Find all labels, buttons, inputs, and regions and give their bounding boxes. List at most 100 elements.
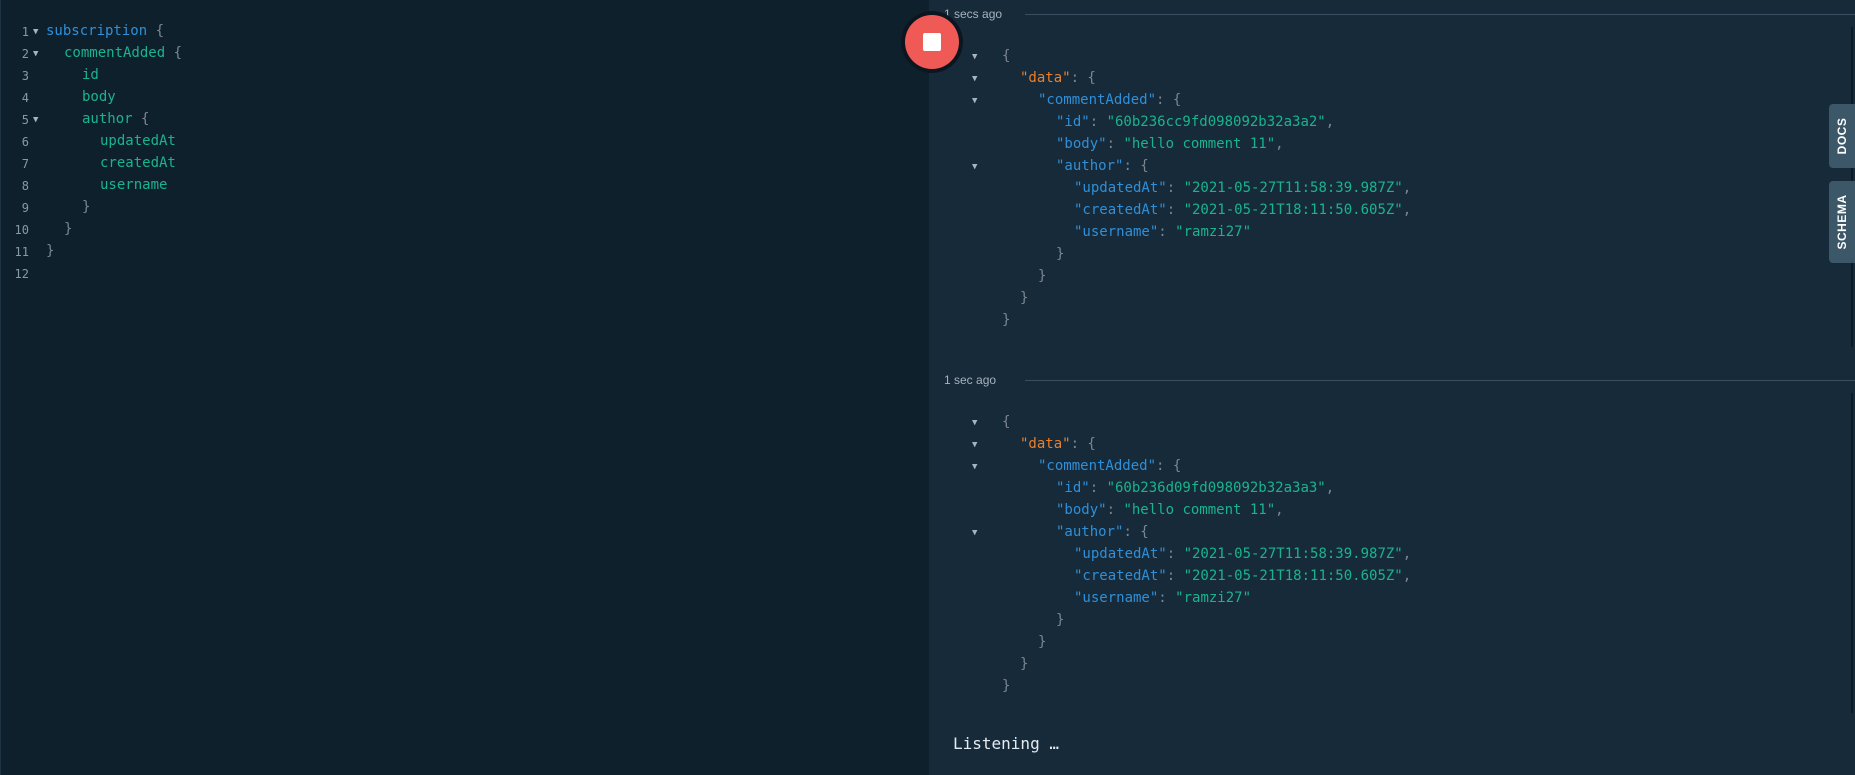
line-number: 4 [21, 91, 29, 105]
json-token: "60b236d09fd098092b32a3a3" [1106, 480, 1326, 496]
json-text: "createdAt": "2021-05-21T18:11:50.605Z", [1074, 202, 1411, 218]
json-token: , [1402, 546, 1412, 562]
result-line: "createdAt": "2021-05-21T18:11:50.605Z", [929, 566, 1729, 588]
editor-line[interactable]: 4 body [1, 87, 930, 109]
fold-arrow-icon[interactable]: ▼ [33, 115, 38, 125]
json-token: "hello comment 11" [1123, 136, 1276, 152]
result-scrollbar[interactable] [1851, 393, 1853, 713]
editor-line[interactable]: 9} [1, 197, 930, 219]
editor-line[interactable]: 5 ▼ author { [1, 109, 930, 131]
json-token: : [1166, 202, 1184, 218]
json-token: } [1020, 290, 1029, 306]
editor-line[interactable]: 8 username [1, 175, 930, 197]
code-token: { [147, 23, 165, 39]
result-line: } [929, 676, 1729, 698]
json-token: } [1056, 246, 1065, 262]
editor-line[interactable]: 6 updatedAt [1, 131, 930, 153]
line-number: 8 [21, 179, 29, 193]
code-text: createdAt [100, 155, 176, 171]
stop-subscription-button[interactable] [901, 11, 963, 73]
fold-arrow-icon[interactable]: ▼ [972, 440, 977, 450]
json-token: } [1002, 312, 1011, 328]
fold-arrow-icon[interactable]: ▼ [972, 52, 977, 62]
json-text: "id": "60b236d09fd098092b32a3a3", [1056, 480, 1334, 496]
code-token: { [165, 45, 183, 61]
json-token: : [1089, 480, 1107, 496]
json-token: : [1166, 568, 1184, 584]
json-token: "body" [1056, 136, 1107, 152]
json-token: } [1038, 634, 1047, 650]
editor-line[interactable]: 7 createdAt [1, 153, 930, 175]
json-token: { [1002, 48, 1011, 64]
fold-arrow-icon[interactable]: ▼ [972, 528, 977, 538]
fold-arrow-icon[interactable]: ▼ [972, 418, 977, 428]
code-text: body [82, 89, 116, 105]
line-number: 1 [21, 25, 29, 39]
json-text: "commentAdded": { [1038, 458, 1181, 474]
json-token: : [1166, 180, 1184, 196]
line-number: 6 [21, 135, 29, 149]
result-line: "id": "60b236cc9fd098092b32a3a2", [929, 112, 1729, 134]
editor-line[interactable]: 2 ▼ commentAdded { [1, 43, 930, 65]
editor-line[interactable]: 3 id [1, 65, 930, 87]
result-line: ▼ "commentAdded": { [929, 456, 1729, 478]
json-token: "updatedAt" [1074, 180, 1167, 196]
docs-tab[interactable]: DOCS [1829, 104, 1855, 168]
json-token: "id" [1056, 114, 1090, 130]
json-text: "createdAt": "2021-05-21T18:11:50.605Z", [1074, 568, 1411, 584]
json-token: "createdAt" [1074, 202, 1167, 218]
json-text: "username": "ramzi27" [1074, 224, 1251, 240]
fold-arrow-icon[interactable]: ▼ [972, 462, 977, 472]
fold-arrow-icon[interactable]: ▼ [33, 49, 38, 59]
fold-arrow-icon[interactable]: ▼ [972, 162, 977, 172]
json-token: , [1325, 114, 1335, 130]
result-line: "createdAt": "2021-05-21T18:11:50.605Z", [929, 200, 1729, 222]
editor-line[interactable]: 1 ▼ subscription { [1, 21, 930, 43]
json-token: "60b236cc9fd098092b32a3a2" [1106, 114, 1326, 130]
result-line: "body": "hello comment 11", [929, 500, 1729, 522]
json-token: "author" [1056, 158, 1124, 174]
json-token: : { [1070, 70, 1096, 86]
line-number: 11 [14, 245, 29, 259]
code-text: id [82, 67, 99, 83]
code-text: } [46, 243, 54, 259]
result-timestamp: 1 sec ago [944, 373, 997, 387]
line-number: 2 [21, 47, 29, 61]
fold-arrow-icon[interactable]: ▼ [972, 96, 977, 106]
json-token: } [1002, 678, 1011, 694]
code-text: } [64, 221, 72, 237]
json-token: "2021-05-27T11:58:39.987Z" [1183, 180, 1403, 196]
editor-line[interactable]: 10} [1, 219, 930, 241]
json-text: } [1002, 678, 1010, 694]
json-token: : [1158, 590, 1176, 606]
result-line: } [929, 266, 1729, 288]
editor-line[interactable]: 11} [1, 241, 930, 263]
json-token: "2021-05-27T11:58:39.987Z" [1183, 546, 1403, 562]
code-token: createdAt [100, 155, 176, 171]
json-token: : [1089, 114, 1107, 130]
code-token: updatedAt [100, 133, 176, 149]
code-token: author [82, 111, 133, 127]
json-token: } [1020, 656, 1029, 672]
json-text: } [1056, 612, 1064, 628]
result-line: } [929, 632, 1729, 654]
fold-arrow-icon[interactable]: ▼ [972, 74, 977, 84]
schema-tab[interactable]: SCHEMA [1829, 181, 1855, 263]
code-text: updatedAt [100, 133, 176, 149]
json-token: "data" [1020, 436, 1071, 452]
json-token: "author" [1056, 524, 1124, 540]
stop-button-circle[interactable] [905, 15, 959, 69]
json-token: "ramzi27" [1175, 590, 1252, 606]
editor-line[interactable]: 12 [1, 263, 930, 285]
result-line: ▼{ [929, 412, 1729, 434]
json-token: "data" [1020, 70, 1071, 86]
result-line: ▼ "author": { [929, 522, 1729, 544]
line-number: 5 [21, 113, 29, 127]
query-editor[interactable]: 1 ▼ subscription {2 ▼ commentAdded {3 id 4 body… [0, 0, 930, 775]
fold-arrow-icon[interactable]: ▼ [33, 27, 38, 37]
timestamp-divider [1025, 380, 1855, 381]
code-token: subscription [46, 23, 148, 39]
json-text: } [1002, 312, 1010, 328]
line-number: 7 [21, 157, 29, 171]
code-token: commentAdded [64, 45, 166, 61]
